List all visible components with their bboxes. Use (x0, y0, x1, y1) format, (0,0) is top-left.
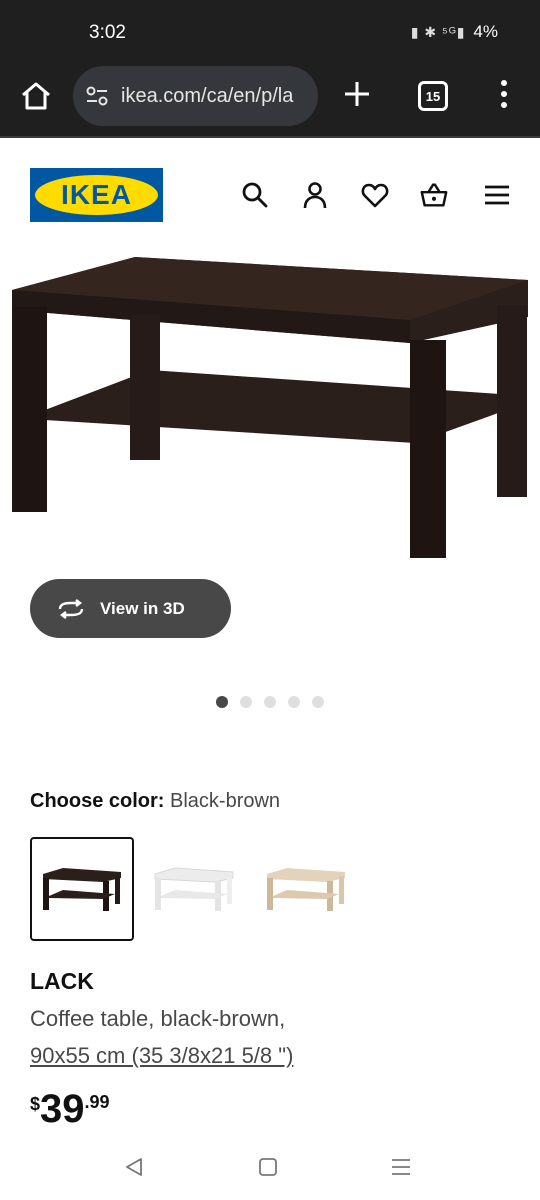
status-bar: 3:02 ▮ ✱ ⁵ᴳ▮ 4% (0, 0, 540, 64)
product-price: $ 39 .99 (30, 1088, 110, 1130)
status-time: 3:02 (89, 22, 126, 43)
product-name: LACK (30, 968, 94, 994)
price-cents: .99 (84, 1092, 110, 1112)
status-icons-group: ▮ ✱ ⁵ᴳ▮ 4% (411, 22, 498, 42)
swatch-thumbnail (43, 868, 121, 911)
battery-level: 4% (473, 22, 498, 41)
selected-color-value: Black-brown (170, 790, 281, 812)
price-integer: 39 (40, 1087, 85, 1131)
profile-icon[interactable] (300, 180, 330, 210)
home-nav-icon[interactable] (258, 1156, 278, 1178)
price-currency: $ (30, 1094, 41, 1114)
color-swatch-black-brown[interactable] (30, 837, 134, 941)
rotate-3d-icon (58, 598, 84, 619)
product-description: Coffee table, black-brown, (30, 1006, 286, 1031)
product-image[interactable] (0, 245, 540, 575)
carousel-dot[interactable] (216, 696, 228, 708)
color-swatch-white[interactable] (142, 837, 246, 941)
view-in-3d-label: View in 3D (100, 598, 185, 618)
tab-switcher-button[interactable]: 15 (418, 81, 448, 111)
swatch-thumbnail (267, 868, 345, 911)
view-in-3d-button[interactable]: View in 3D (30, 579, 231, 638)
url-text: ikea.com/ca/en/p/la (121, 84, 294, 107)
browser-toolbar: ikea.com/ca/en/p/la 15 (0, 64, 540, 138)
browser-menu-icon[interactable] (496, 78, 512, 110)
logo-text: IKEA (35, 175, 158, 215)
choose-color-label: Choose color: (30, 790, 165, 812)
swatch-thumbnail (154, 867, 234, 911)
home-icon[interactable] (18, 78, 54, 114)
choose-color-row: Choose color: Black-brown (30, 790, 280, 813)
shopping-basket-icon[interactable] (419, 180, 449, 210)
signal-icons: ▮ ✱ ⁵ᴳ▮ (410, 23, 466, 40)
address-bar[interactable]: ikea.com/ca/en/p/la (73, 66, 318, 126)
image-carousel-dots (216, 696, 324, 708)
system-navigation-bar (0, 1140, 540, 1200)
favorites-heart-icon[interactable] (360, 180, 390, 210)
search-icon[interactable] (240, 180, 270, 210)
recent-apps-icon[interactable] (390, 1156, 412, 1178)
color-swatch-white-stained-oak[interactable] (254, 837, 358, 941)
site-settings-icon[interactable] (83, 82, 111, 110)
hamburger-menu-icon[interactable] (482, 180, 512, 210)
carousel-dot[interactable] (264, 696, 276, 708)
back-icon[interactable] (124, 1156, 144, 1178)
product-size-link[interactable]: 90x55 cm (35 3/8x21 5/8 ") (30, 1043, 293, 1069)
ikea-logo[interactable]: IKEA (30, 168, 163, 222)
carousel-dot[interactable] (288, 696, 300, 708)
carousel-dot[interactable] (312, 696, 324, 708)
carousel-dot[interactable] (240, 696, 252, 708)
new-tab-icon[interactable] (341, 78, 373, 110)
